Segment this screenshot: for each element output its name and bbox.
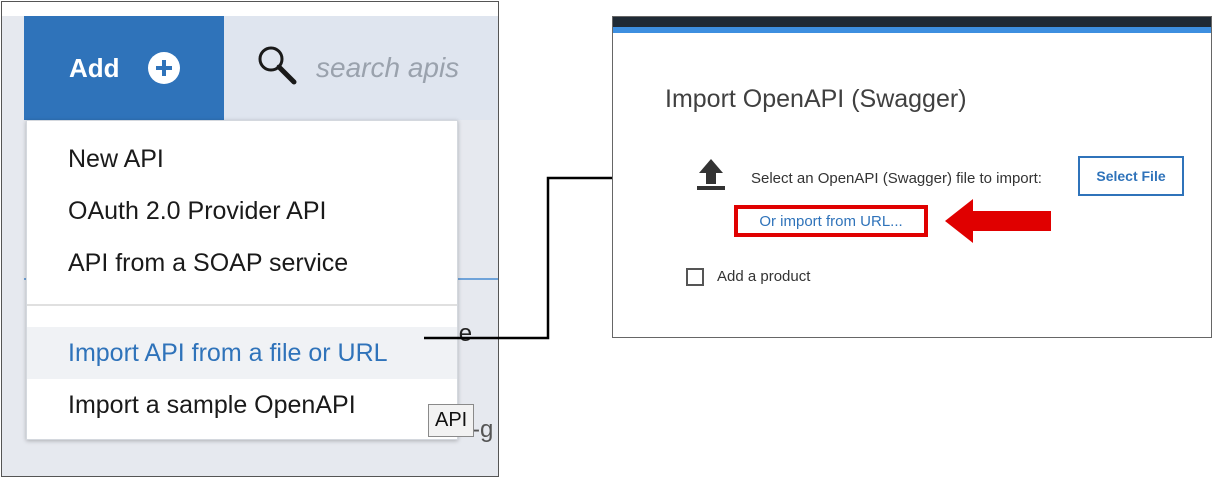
menu-item-import-api[interactable]: Import API from a file or URL — [27, 327, 457, 379]
select-file-label: Select an OpenAPI (Swagger) file to impo… — [751, 170, 1042, 187]
background-text-fragment-2: -g — [472, 416, 494, 443]
menu-item-new-api[interactable]: New API — [27, 133, 457, 185]
import-openapi-dialog: Import OpenAPI (Swagger) Select an OpenA… — [612, 16, 1212, 338]
add-button-label: Add — [69, 52, 120, 83]
menu-item-oauth-provider-api[interactable]: OAuth 2.0 Provider API — [27, 185, 457, 237]
add-dropdown-menu: New API OAuth 2.0 Provider API API from … — [26, 120, 458, 440]
menu-item-import-sample[interactable]: Import a sample OpenAPI — [27, 379, 457, 431]
search-icon — [258, 46, 297, 85]
menu-item-soap-api[interactable]: API from a SOAP service — [27, 237, 457, 289]
api-manager-panel: Add search apis nne -g New API OAuth 2.0… — [1, 1, 499, 477]
top-strip — [2, 2, 498, 16]
add-button[interactable]: Add — [24, 16, 224, 120]
plus-circle-icon — [147, 52, 180, 84]
search-placeholder: search apis — [316, 52, 460, 83]
add-product-label: Add a product — [717, 268, 811, 285]
import-from-url-link[interactable]: Or import from URL... — [734, 205, 928, 237]
search-input[interactable]: search apis — [224, 16, 498, 120]
menu-divider — [27, 304, 457, 306]
upload-icon — [697, 159, 725, 190]
dialog-accent-bar — [613, 27, 1211, 33]
red-arrow-icon — [945, 199, 1051, 243]
add-product-checkbox[interactable] — [686, 268, 704, 286]
select-file-button[interactable]: Select File — [1078, 156, 1184, 196]
dialog-title: Import OpenAPI (Swagger) — [665, 85, 967, 113]
dialog-header-bar — [613, 17, 1211, 27]
tooltip: API — [428, 404, 475, 437]
